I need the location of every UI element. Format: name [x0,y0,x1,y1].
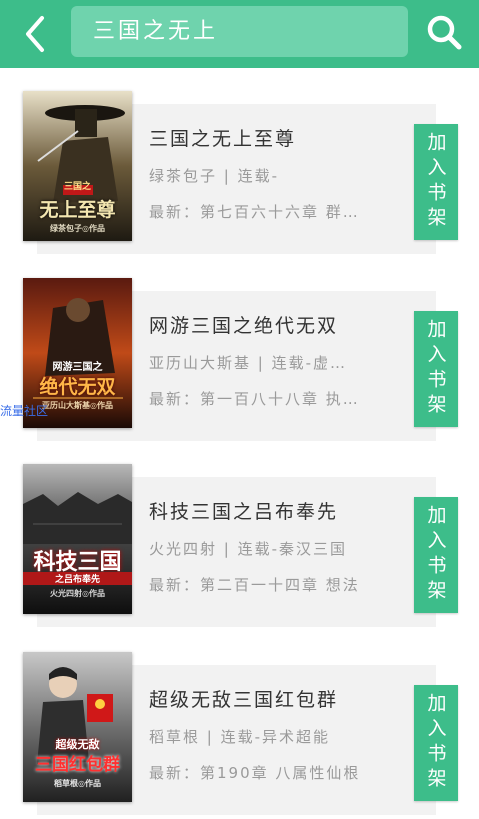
list-item[interactable]: 三国之 无上至尊 绿茶包子◎作品 三国之无上至尊 绿茶包子 | 连载- 最新：第… [0,68,479,254]
book-author-status: 绿茶包子 | 连载- [149,167,280,185]
cover-title-small: 之吕布奉先 [23,572,132,585]
add-to-shelf-button[interactable]: 加入书架 [414,497,458,613]
book-cover[interactable]: 三国之 无上至尊 绿茶包子◎作品 [23,91,132,241]
book-cover[interactable]: 科技三国 之吕布奉先 火光四射◎作品 [23,464,132,614]
cover-author: 火光四射◎作品 [50,589,105,598]
book-cover[interactable]: 超级无敌 三国红包群 稻草根◎作品 [23,652,132,802]
add-to-shelf-button[interactable]: 加入书架 [414,685,458,801]
book-latest-chapter: 最新：第190章 八属性仙根 [149,764,361,782]
search-icon [427,15,462,50]
search-button[interactable] [424,12,466,54]
search-query: 三国之无上 [93,19,219,44]
list-item[interactable]: 科技三国 之吕布奉先 火光四射◎作品 科技三国之吕布奉先 火光四射 | 连载-秦… [0,441,479,627]
cover-author: 绿茶包子◎作品 [50,224,105,233]
add-to-shelf-button[interactable]: 加入书架 [414,311,458,427]
book-latest-chapter: 最新：第七百六十六章 群… [149,203,360,221]
top-app-bar: 三国之无上 [0,0,479,68]
add-to-shelf-button[interactable]: 加入书架 [414,124,458,240]
watermark: 流量社区 [0,404,49,418]
cover-title: 无上至尊 [39,199,116,221]
list-item[interactable]: 超级无敌 三国红包群 稻草根◎作品 超级无敌三国红包群 稻草根 | 连载-异术超… [0,629,479,815]
book-author-status: 亚历山大斯基 | 连载-虚… [149,354,348,372]
cover-title-small: 网游三国之 [52,362,103,373]
cover-title-small: 三国之 [63,182,91,192]
list-item[interactable]: 网游三国之 绝代无双 亚历山大斯基◎作品 网游三国之绝代无双 亚历山大斯基 | … [0,255,479,441]
search-input[interactable]: 三国之无上 [71,6,408,57]
back-button[interactable] [18,12,54,56]
cover-title: 绝代无双 [39,376,116,398]
cover-title: 三国红包群 [35,755,120,775]
book-latest-chapter: 最新：第一百八十八章 执… [149,390,360,408]
book-author-status: 稻草根 | 连载-异术超能 [149,728,331,746]
book-author-status: 火光四射 | 连载-秦汉三国 [149,540,348,558]
book-title[interactable]: 网游三国之绝代无双 [149,311,338,338]
book-latest-chapter: 最新：第二百一十四章 想法 [149,576,360,594]
chevron-left-icon [26,16,44,52]
book-title[interactable]: 三国之无上至尊 [149,124,296,151]
book-title[interactable]: 超级无敌三国红包群 [149,685,338,712]
book-title[interactable]: 科技三国之吕布奉先 [149,497,338,524]
cover-author: 稻草根◎作品 [54,779,101,788]
